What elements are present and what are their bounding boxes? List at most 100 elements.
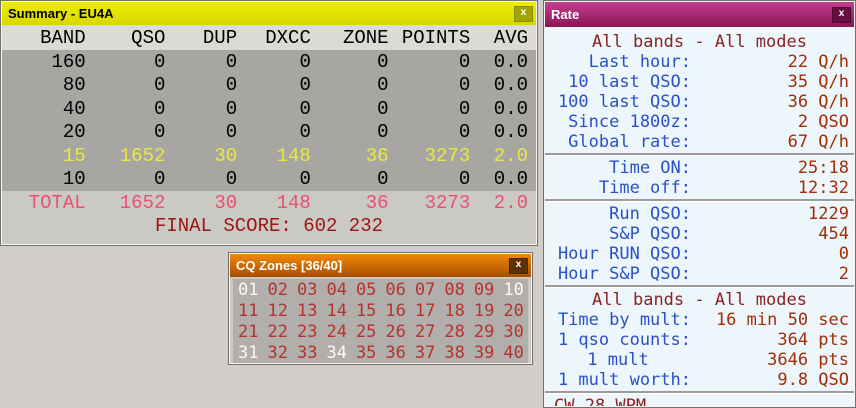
zone-row-4: 31 32 33 34 35 36 37 38 39 40 bbox=[238, 342, 528, 363]
summary-titlebar[interactable]: Summary - EU4A x bbox=[2, 2, 536, 25]
zone-15: 15 bbox=[356, 301, 376, 321]
rate-window: Rate x All bands - All modes Last hour: … bbox=[543, 0, 856, 408]
rate-section-header-2: All bands - All modes bbox=[545, 290, 854, 310]
cell-qso: 0 bbox=[86, 121, 166, 143]
cq-zones-close-button[interactable]: x bbox=[509, 258, 528, 274]
zone-24: 24 bbox=[326, 322, 346, 342]
column-header-dup: DUP bbox=[165, 27, 237, 49]
zone-02: 02 bbox=[267, 280, 287, 300]
rate-label: Hour RUN QSO: bbox=[545, 244, 691, 264]
cell-dxcc: 148 bbox=[237, 145, 311, 167]
rate-value: 67 Q/h bbox=[691, 132, 854, 152]
column-header-qso: QSO bbox=[86, 27, 166, 49]
summary-close-button[interactable]: x bbox=[514, 6, 533, 22]
rate-row-last-hour: Last hour: 22 Q/h bbox=[545, 52, 854, 72]
cq-zones-titlebar[interactable]: CQ Zones [36/40] x bbox=[230, 254, 531, 277]
rate-body: All bands - All modes Last hour: 22 Q/h … bbox=[545, 27, 854, 407]
zone-14: 14 bbox=[326, 301, 346, 321]
section-divider bbox=[545, 153, 854, 156]
zone-35: 35 bbox=[356, 343, 376, 363]
rate-value: 3646 pts bbox=[691, 350, 854, 370]
cell-avg: 0.0 bbox=[470, 74, 528, 96]
rate-label: Time by mult: bbox=[545, 310, 691, 330]
rate-close-button[interactable]: x bbox=[832, 7, 851, 23]
rate-row-100-last-qso: 100 last QSO: 36 Q/h bbox=[545, 92, 854, 112]
rate-section-header-1: All bands - All modes bbox=[545, 32, 854, 52]
rate-row-time-on: Time ON: 25:18 bbox=[545, 158, 854, 178]
rate-titlebar[interactable]: Rate x bbox=[545, 2, 854, 27]
rate-label: Last hour: bbox=[545, 52, 691, 72]
zone-25: 25 bbox=[356, 322, 376, 342]
rate-row-sp-qso: S&P QSO: 454 bbox=[545, 224, 854, 244]
zone-09: 09 bbox=[474, 280, 494, 300]
summary-window: Summary - EU4A x BAND QSO DUP DXCC ZONE … bbox=[0, 0, 538, 246]
zone-13: 13 bbox=[297, 301, 317, 321]
column-header-zone: ZONE bbox=[311, 27, 389, 49]
table-row-10: 10 0 0 0 0 0 0.0 bbox=[2, 168, 536, 192]
rate-value: 25:18 bbox=[691, 158, 854, 178]
zone-16: 16 bbox=[385, 301, 405, 321]
rate-value: 2 bbox=[691, 264, 854, 284]
cell-points: 0 bbox=[389, 74, 471, 96]
cell-qso: 0 bbox=[86, 168, 166, 190]
zone-08: 08 bbox=[444, 280, 464, 300]
cell-band: 80 bbox=[2, 74, 86, 96]
rate-row-run-qso: Run QSO: 1229 bbox=[545, 204, 854, 224]
column-header-dxcc: DXCC bbox=[237, 27, 311, 49]
summary-header-row: BAND QSO DUP DXCC ZONE POINTS AVG bbox=[2, 25, 536, 50]
cw-speed-status: CW 28 WPM bbox=[545, 396, 854, 407]
zone-28: 28 bbox=[444, 322, 464, 342]
zone-32: 32 bbox=[267, 343, 287, 363]
cell-band: 40 bbox=[2, 98, 86, 120]
zone-20: 20 bbox=[503, 301, 523, 321]
zone-03: 03 bbox=[297, 280, 317, 300]
table-row-80: 80 0 0 0 0 0 0.0 bbox=[2, 74, 536, 98]
zone-10: 10 bbox=[503, 280, 523, 300]
rate-value: 9.8 QSO bbox=[691, 370, 854, 390]
total-zone: 36 bbox=[311, 192, 389, 214]
zone-19: 19 bbox=[474, 301, 494, 321]
total-label: TOTAL bbox=[2, 192, 86, 214]
section-divider bbox=[545, 285, 854, 288]
cq-zones-title: CQ Zones [36/40] bbox=[236, 258, 342, 273]
cell-band: 160 bbox=[2, 51, 86, 73]
cell-dup: 0 bbox=[165, 98, 237, 120]
zone-01: 01 bbox=[238, 280, 258, 300]
cell-avg: 0.0 bbox=[470, 98, 528, 120]
cell-dxcc: 0 bbox=[237, 168, 311, 190]
rate-value: 2 QSO bbox=[691, 112, 854, 132]
zone-27: 27 bbox=[415, 322, 435, 342]
cell-zone: 0 bbox=[311, 121, 389, 143]
cell-dup: 0 bbox=[165, 121, 237, 143]
table-row-15-active: 15 1652 30 148 36 3273 2.0 bbox=[2, 144, 536, 168]
cell-zone: 0 bbox=[311, 98, 389, 120]
zone-11: 11 bbox=[238, 301, 258, 321]
cell-points: 0 bbox=[389, 98, 471, 120]
cell-avg: 0.0 bbox=[470, 51, 528, 73]
rate-row-1-mult-worth: 1 mult worth: 9.8 QSO bbox=[545, 370, 854, 390]
rate-label: Time off: bbox=[545, 178, 691, 198]
cell-points: 3273 bbox=[389, 145, 471, 167]
cell-dup: 0 bbox=[165, 74, 237, 96]
zone-36: 36 bbox=[385, 343, 405, 363]
rate-row-since-1800z: Since 1800z: 2 QSO bbox=[545, 112, 854, 132]
table-row-160: 160 0 0 0 0 0 0.0 bbox=[2, 50, 536, 74]
zone-31: 31 bbox=[238, 343, 258, 363]
total-dxcc: 148 bbox=[237, 192, 311, 214]
cq-zones-grid: 01 02 03 04 05 06 07 08 09 10 11 12 13 1… bbox=[233, 279, 528, 363]
cell-qso: 0 bbox=[86, 74, 166, 96]
cell-avg: 0.0 bbox=[470, 168, 528, 190]
rate-row-10-last-qso: 10 last QSO: 35 Q/h bbox=[545, 72, 854, 92]
rate-value: 35 Q/h bbox=[691, 72, 854, 92]
cell-points: 0 bbox=[389, 51, 471, 73]
table-row-20: 20 0 0 0 0 0 0.0 bbox=[2, 121, 536, 145]
zone-row-3: 21 22 23 24 25 26 27 28 29 30 bbox=[238, 321, 528, 342]
zone-33: 33 bbox=[297, 343, 317, 363]
rate-row-hour-run-qso: Hour RUN QSO: 0 bbox=[545, 244, 854, 264]
cell-zone: 0 bbox=[311, 168, 389, 190]
cell-band: 20 bbox=[2, 121, 86, 143]
zone-39: 39 bbox=[474, 343, 494, 363]
cell-avg: 2.0 bbox=[470, 145, 528, 167]
zone-12: 12 bbox=[267, 301, 287, 321]
rate-title: Rate bbox=[551, 7, 579, 22]
